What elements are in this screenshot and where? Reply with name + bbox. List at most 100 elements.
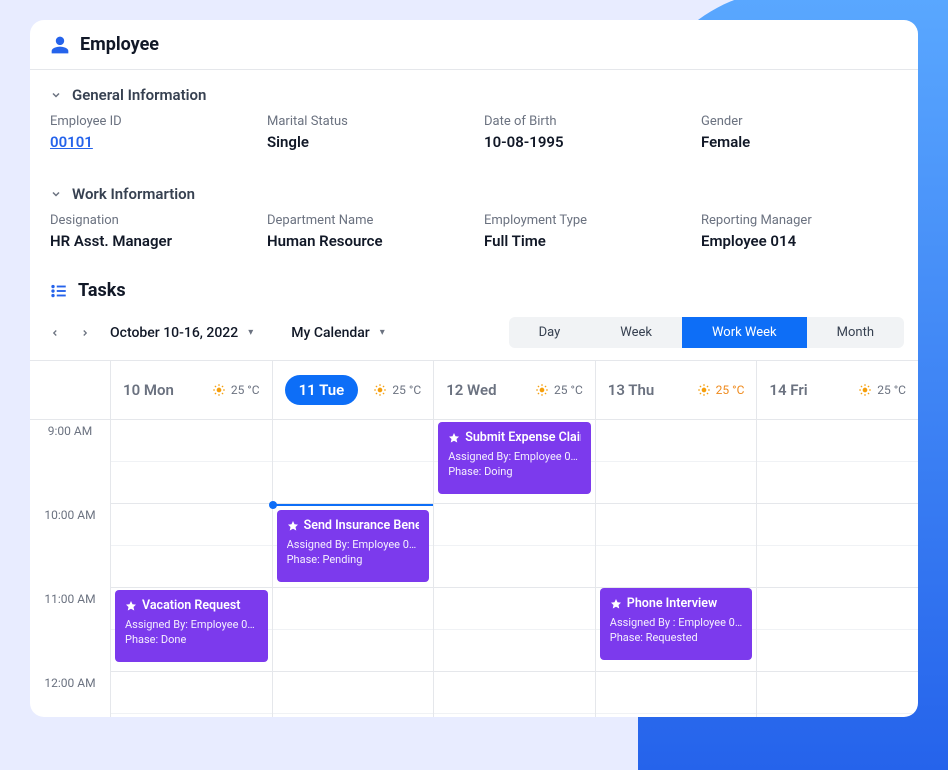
time-slot[interactable] — [757, 714, 918, 717]
section-general-title: General Information — [72, 86, 206, 104]
caret-down-icon: ▾ — [380, 327, 385, 338]
time-slot[interactable] — [757, 672, 918, 714]
day-header-1[interactable]: 11 Tue25 °C — [272, 361, 434, 419]
time-slot[interactable] — [111, 462, 272, 504]
event-title-text: Phone Interview — [627, 596, 717, 613]
day-column-3[interactable]: Phone Interview Assigned By : Employee 01… — [595, 419, 757, 717]
section-work-title: Work Informartion — [72, 185, 195, 203]
field-value: Full Time — [484, 232, 681, 250]
sun-icon — [373, 383, 387, 397]
field-label: Department Name — [267, 213, 464, 228]
time-slot[interactable] — [596, 504, 757, 546]
event-phase: Phase: Done — [125, 633, 258, 648]
event-1[interactable]: Send Insurance Benefits Assigned By: Empl… — [277, 510, 430, 582]
day-column-1[interactable]: Send Insurance Benefits Assigned By: Empl… — [272, 419, 434, 717]
day-column-0[interactable]: Vacation RequestAssigned By: Employee 05… — [110, 419, 272, 717]
view-tab-week[interactable]: Week — [590, 317, 682, 348]
day-temp: 25 °C — [858, 383, 906, 397]
field-label: Designation — [50, 213, 247, 228]
time-slot[interactable] — [757, 630, 918, 672]
time-slot[interactable] — [757, 420, 918, 462]
field-g3: GenderFemale — [701, 114, 898, 151]
person-icon — [50, 35, 70, 55]
time-label: 12:00 AM — [30, 672, 110, 717]
day-header-0[interactable]: 10 Mon25 °C — [110, 361, 272, 419]
time-slot[interactable] — [596, 672, 757, 714]
field-value[interactable]: 00101 — [50, 133, 247, 151]
time-slot[interactable] — [434, 672, 595, 714]
day-label: 11 Tue — [285, 375, 359, 405]
now-indicator-line — [273, 504, 434, 506]
time-slot[interactable] — [596, 420, 757, 462]
day-label: 10 Mon — [123, 381, 174, 399]
field-g2: Date of Birth10-08-1995 — [484, 114, 681, 151]
time-slot[interactable] — [273, 672, 434, 714]
event-title-text: Send Insurance Benefits — [304, 518, 420, 535]
card-title: Employee — [80, 34, 159, 55]
field-value: Human Resource — [267, 232, 464, 250]
now-indicator-dot — [269, 501, 277, 509]
date-range-label: October 10-16, 2022 — [110, 325, 238, 341]
field-g0: Employee ID 00101 — [50, 114, 247, 151]
time-slot[interactable] — [111, 672, 272, 714]
day-header-3[interactable]: 13 Thu25 °C — [595, 361, 757, 419]
time-slot[interactable] — [111, 420, 272, 462]
day-header-2[interactable]: 12 Wed25 °C — [433, 361, 595, 419]
field-w1: Department Name Human Resource — [267, 213, 464, 250]
prev-button[interactable] — [44, 322, 66, 344]
time-slot[interactable] — [757, 504, 918, 546]
time-slot[interactable] — [434, 630, 595, 672]
time-slot[interactable] — [111, 504, 272, 546]
time-slot[interactable] — [596, 462, 757, 504]
time-slot[interactable] — [273, 462, 434, 504]
time-slot[interactable] — [434, 714, 595, 717]
event-assigned: Assigned By : Employee 014 — [610, 616, 743, 631]
event-assigned: Assigned By: Employee 051 — [125, 618, 258, 633]
time-slot[interactable] — [434, 546, 595, 588]
event-assigned: Assigned By: Employee 014 — [287, 538, 420, 553]
time-slot[interactable] — [111, 546, 272, 588]
view-tab-work-week[interactable]: Work Week — [682, 317, 807, 348]
time-slot[interactable] — [111, 714, 272, 717]
event-phase: Phase: Doing — [448, 465, 581, 480]
event-title-text: Submit Expense Claim — [465, 430, 581, 447]
section-work-header[interactable]: Work Informartion — [30, 169, 918, 213]
calendar-body: 9:00 AM10:00 AM11:00 AM12:00 AMVacation … — [30, 419, 918, 717]
event-0[interactable]: Vacation RequestAssigned By: Employee 05… — [115, 590, 268, 662]
field-value: Employee 014 — [701, 232, 898, 250]
day-label: 13 Thu — [608, 381, 654, 399]
time-slot[interactable] — [757, 546, 918, 588]
time-slot[interactable] — [273, 630, 434, 672]
field-w2: Employment Type Full Time — [484, 213, 681, 250]
time-slot[interactable] — [273, 420, 434, 462]
time-slot[interactable] — [757, 462, 918, 504]
time-slot[interactable] — [273, 714, 434, 717]
time-slot[interactable] — [757, 588, 918, 630]
calendar: 10 Mon25 °C11 Tue25 °C12 Wed25 °C13 Thu2… — [30, 360, 918, 717]
field-label: Employee ID — [50, 114, 247, 129]
day-label: 12 Wed — [446, 381, 496, 399]
time-slot[interactable] — [273, 588, 434, 630]
sun-icon — [858, 383, 872, 397]
calendar-dropdown[interactable]: My Calendar ▾ — [291, 325, 385, 341]
event-phase: Phase: Requested — [610, 631, 743, 646]
event-3[interactable]: Phone Interview Assigned By : Employee 01… — [600, 588, 753, 660]
time-slot[interactable] — [596, 714, 757, 717]
field-label: Marital Status — [267, 114, 464, 129]
time-slot[interactable] — [434, 504, 595, 546]
card-header: Employee — [30, 20, 918, 69]
field-label: Employment Type — [484, 213, 681, 228]
field-g1: Marital StatusSingle — [267, 114, 464, 151]
day-column-4[interactable] — [756, 419, 918, 717]
section-general-header[interactable]: General Information — [30, 70, 918, 114]
time-slot[interactable] — [596, 546, 757, 588]
view-tab-month[interactable]: Month — [807, 317, 904, 348]
view-tab-day[interactable]: Day — [509, 317, 591, 348]
nav-arrows — [44, 322, 96, 344]
day-column-2[interactable]: Submit Expense ClaimAssigned By: Employe… — [433, 419, 595, 717]
time-slot[interactable] — [434, 588, 595, 630]
day-header-4[interactable]: 14 Fri25 °C — [756, 361, 918, 419]
next-button[interactable] — [74, 322, 96, 344]
date-range-dropdown[interactable]: October 10-16, 2022 ▾ — [110, 325, 253, 341]
event-2[interactable]: Submit Expense ClaimAssigned By: Employe… — [438, 422, 591, 494]
